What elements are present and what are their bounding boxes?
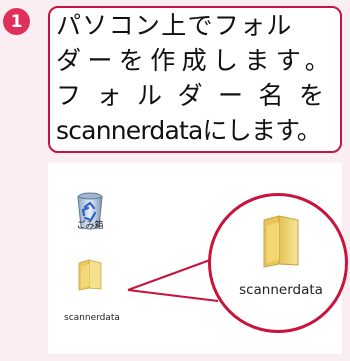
zoom-magnifier-circle: scannerdata: [208, 193, 348, 333]
zoom-folder-label: scannerdata: [239, 282, 323, 298]
folder-icon: [263, 215, 299, 268]
